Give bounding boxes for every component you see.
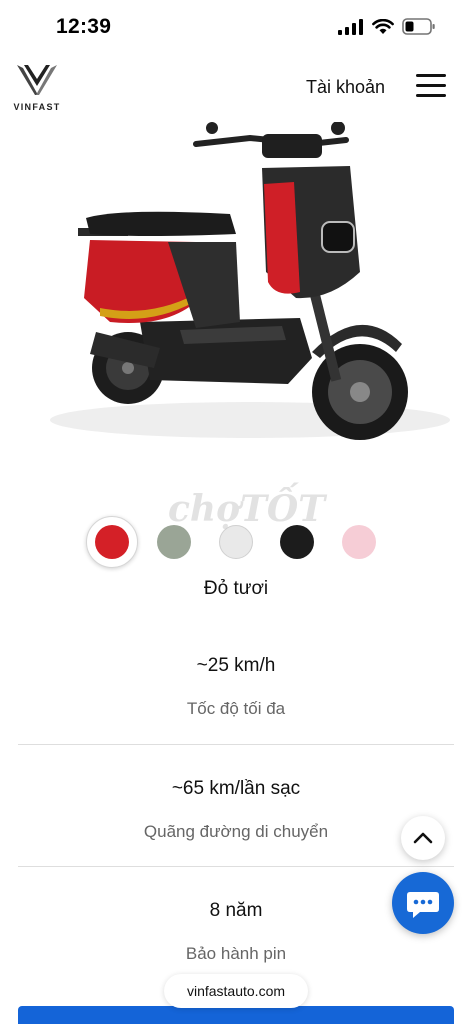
- vinfast-logo-mark: [17, 65, 57, 95]
- divider: [18, 744, 454, 745]
- scroll-to-top-button[interactable]: [401, 816, 445, 860]
- status-time: 12:39: [56, 15, 112, 38]
- cellular-signal-icon: [338, 18, 363, 35]
- status-icons: [338, 18, 436, 35]
- divider: [18, 866, 454, 867]
- chevron-up-icon: [413, 832, 433, 844]
- color-swatch-black[interactable]: [280, 525, 314, 559]
- battery-icon: [402, 18, 435, 35]
- spec-label: Bảo hành pin: [185, 944, 287, 963]
- color-swatch-white[interactable]: [219, 525, 253, 559]
- cta-button[interactable]: [18, 1006, 454, 1024]
- site-header: VINFAST Tài khoản: [0, 58, 472, 122]
- selected-color-name: Đỏ tươi: [203, 578, 269, 599]
- chat-bubble-icon: [407, 892, 439, 918]
- hamburger-menu-icon[interactable]: [416, 74, 446, 100]
- spec-max-speed: ~25 km/h Tốc độ tối đa: [0, 655, 472, 719]
- vinfast-logo[interactable]: VINFAST: [12, 62, 62, 116]
- color-selector: [0, 516, 472, 572]
- product-image: [0, 121, 472, 472]
- scooter-illustration: [50, 121, 450, 440]
- browser-url-bar[interactable]: vinfastauto.com: [164, 974, 308, 1008]
- color-swatch-grey-green[interactable]: [157, 525, 191, 559]
- status-bar: 12:39: [0, 0, 472, 56]
- spec-value: ~25 km/h: [196, 655, 276, 676]
- chat-button[interactable]: [392, 872, 454, 934]
- brand-name: VINFAST: [13, 102, 61, 112]
- spec-value: ~65 km/lần sạc: [171, 778, 301, 799]
- wifi-icon: [372, 18, 394, 34]
- account-link[interactable]: Tài khoản: [306, 77, 385, 98]
- color-swatch-red[interactable]: [95, 525, 129, 559]
- color-swatch-pink[interactable]: [342, 525, 376, 559]
- spec-label: Tốc độ tối đa: [186, 699, 286, 718]
